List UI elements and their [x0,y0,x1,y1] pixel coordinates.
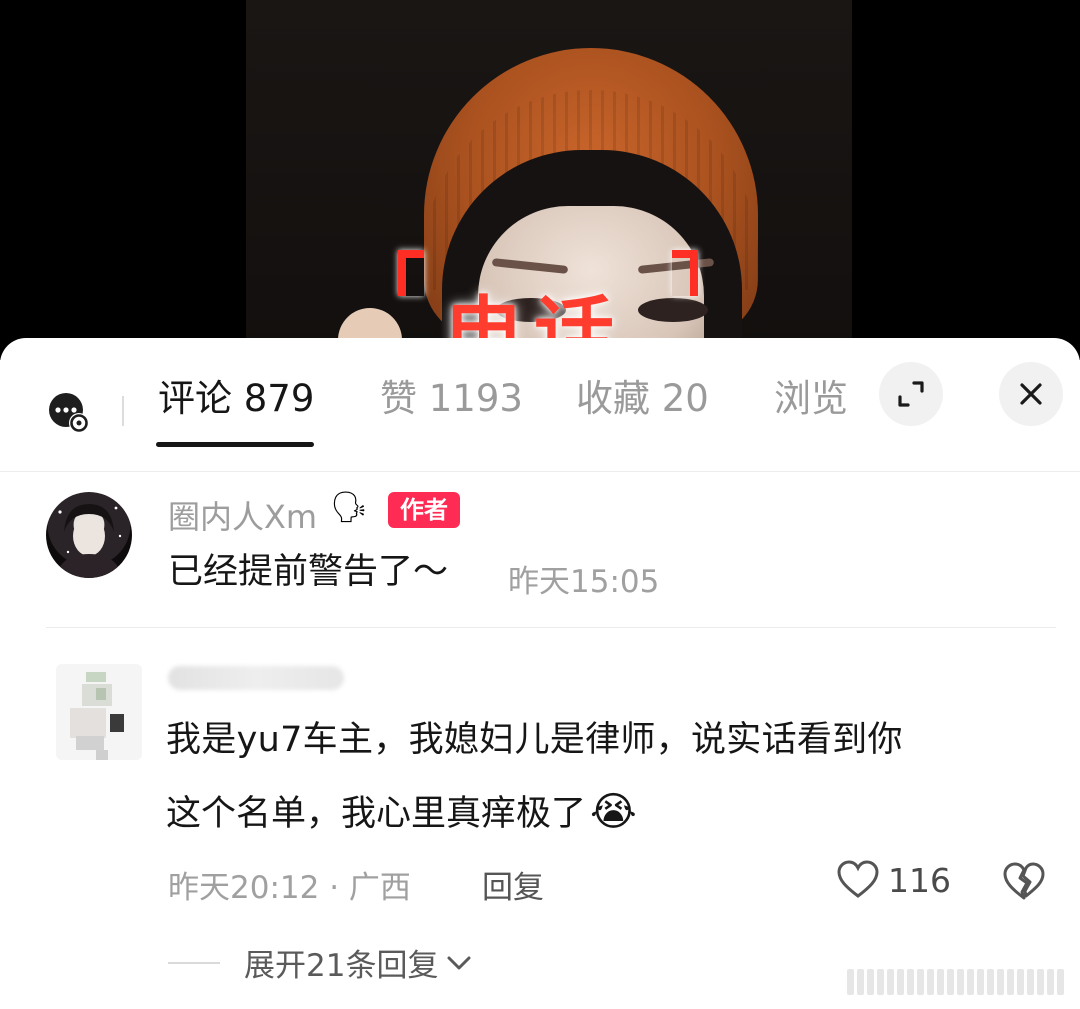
active-tab-indicator [156,442,314,447]
tab-separator [122,396,124,426]
comment-time-location: 昨天20:12 · 广西 [168,870,411,906]
comment-text: 已经提前警告了～ [168,552,449,592]
tab-views[interactable]: 浏览 [774,368,848,424]
author-badge: 作者 [388,492,460,528]
like-button[interactable]: 116 [836,860,951,900]
tab-likes[interactable]: 赞 1193 [380,368,523,424]
video-frame: 电话 [246,0,852,360]
close-icon [1020,383,1042,405]
comment-timestamp: 昨天15:05 [508,564,660,600]
expand-button[interactable] [879,362,943,426]
comments-sheet: 评论 879 赞 1193 收藏 20 浏览 圈内人Xm 🗣 作者 已经提前警告… [0,338,1080,1009]
avatar[interactable] [56,664,142,760]
comment-item[interactable]: 圈内人Xm 🗣 作者 已经提前警告了～ 昨天15:05 [0,472,1080,628]
video-player[interactable]: 电话 [0,0,1080,360]
avatar[interactable] [46,492,132,578]
watermark-bars [847,969,1064,995]
comment-username[interactable]: 圈内人Xm [168,492,317,538]
video-bracket-right [672,250,698,296]
speaking-head-emoji: 🗣 [330,490,369,525]
close-button[interactable] [999,362,1063,426]
like-count: 116 [888,860,951,900]
tab-favorites[interactable]: 收藏 20 [576,368,709,424]
heart-icon [837,860,879,898]
comment-text-line2-content: 这个名单，我心里真痒极了 [166,794,587,834]
tab-comments[interactable]: 评论 879 [158,368,314,424]
expand-icon [898,381,924,407]
comment-text-line2: 这个名单，我心里真痒极了 😭 [166,780,637,846]
comment-item[interactable]: 我是yu7车主，我媳妇儿是律师，说实话看到你 这个名单，我心里真痒极了 😭 昨天2… [0,628,1080,1009]
tab-bar: 评论 879 赞 1193 收藏 20 浏览 [0,338,1080,472]
expand-replies-label: 展开21条回复 [244,948,439,984]
chat-settings-icon[interactable] [46,390,94,438]
expand-replies-button[interactable]: 展开21条回复 [168,940,474,985]
reply-button[interactable]: 回复 [482,862,544,907]
comment-username-redacted[interactable] [168,666,344,690]
dislike-button[interactable] [1002,862,1046,906]
crying-emoji: 😭 [590,789,637,835]
chevron-down-icon [447,956,471,969]
video-bracket-left [398,250,424,296]
expand-replies-line [168,961,220,964]
comment-text-line1: 我是yu7车主，我媳妇儿是律师，说实话看到你 [166,720,903,760]
broken-heart-icon [1003,862,1045,900]
video-eye-right [638,298,708,322]
